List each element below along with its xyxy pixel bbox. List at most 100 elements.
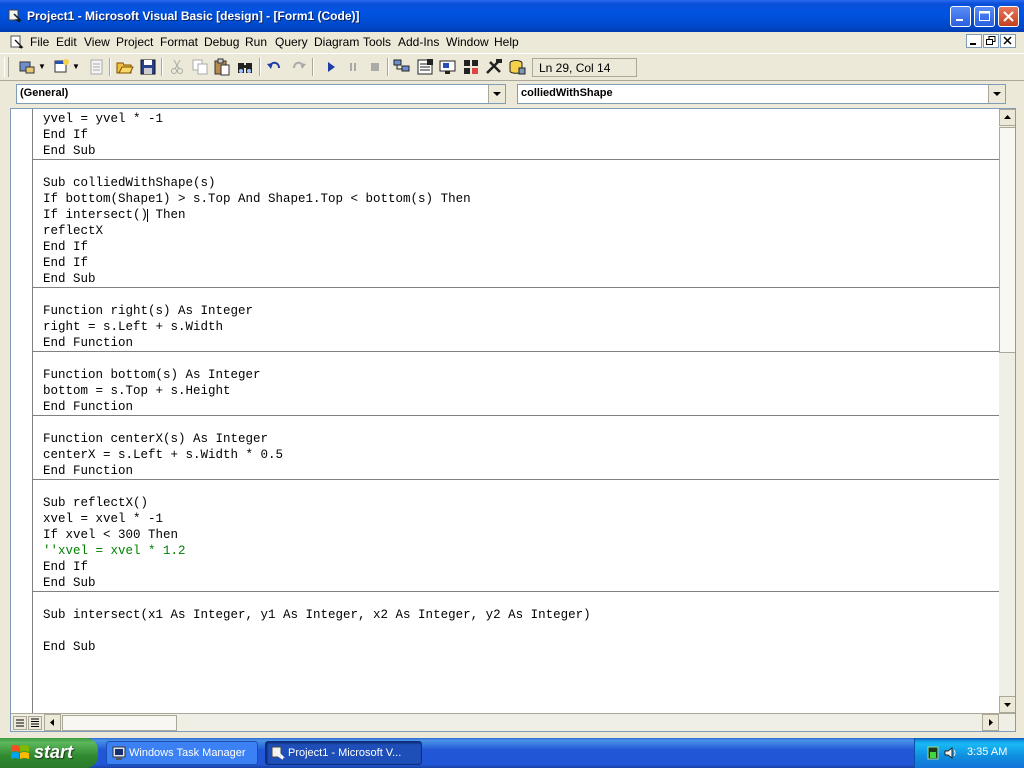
code-line[interactable]: End Function [43,399,133,415]
menu-tools[interactable]: Tools [363,35,391,49]
minimize-icon [970,43,976,45]
code-line[interactable]: If intersect() Then [43,207,186,223]
menu-query[interactable]: Query [275,35,308,49]
code-editor[interactable]: yvel = yvel * -1 End If End Sub Sub coll… [33,109,999,713]
mdi-minimize-button[interactable] [966,34,982,48]
speaker-tray-icon[interactable] [943,745,959,761]
cut-icon[interactable] [168,58,186,76]
stop-icon[interactable] [366,58,384,76]
code-line[interactable]: Sub intersect(x1 As Integer, y1 As Integ… [43,607,591,623]
menu-help[interactable]: Help [494,35,519,49]
menu-window[interactable]: Window [446,35,489,49]
code-line[interactable]: End Function [43,463,133,479]
code-line[interactable]: xvel = xvel * -1 [43,511,163,527]
add-project-icon[interactable] [18,58,36,76]
vertical-scroll-thumb[interactable] [999,127,1015,353]
vb-app-icon[interactable] [8,9,22,23]
start-button[interactable]: start [0,738,98,768]
chevron-down-icon[interactable]: ▼ [38,62,46,71]
project-explorer-icon[interactable] [393,58,411,76]
code-line[interactable]: yvel = yvel * -1 [43,111,163,127]
add-form-icon[interactable] [52,58,70,76]
code-line[interactable]: End Sub [43,143,96,159]
taskbar-item-visual-basic[interactable]: Project1 - Microsoft V... [265,741,422,765]
code-line[interactable]: Function bottom(s) As Integer [43,367,261,383]
menu-file[interactable]: File [30,35,49,49]
taskbar-item-task-manager[interactable]: Windows Task Manager [106,741,258,765]
scroll-right-button[interactable] [982,714,999,731]
task-manager-tray-icon[interactable] [927,746,939,760]
code-line[interactable]: End Sub [43,575,96,591]
horizontal-scrollbar[interactable] [11,713,1015,731]
procedure-view-button[interactable] [13,716,27,730]
cursor-position-indicator: Ln 29, Col 14 [532,58,637,77]
menu-run[interactable]: Run [245,35,267,49]
menu-debug[interactable]: Debug [204,35,239,49]
toolbox-icon[interactable] [485,58,503,76]
save-icon[interactable] [139,58,157,76]
code-line[interactable]: End If [43,559,88,575]
code-line[interactable]: End If [43,255,88,271]
minimize-button[interactable] [950,6,971,27]
find-icon[interactable] [236,58,254,76]
redo-icon[interactable] [289,58,307,76]
menu-diagram[interactable]: Diagram [314,35,359,49]
form-layout-icon[interactable] [439,58,457,76]
title-bar[interactable]: Project1 - Microsoft Visual Basic [desig… [0,0,1024,32]
menu-editor-icon[interactable] [88,58,106,76]
vb-doc-icon[interactable] [10,35,24,49]
code-line[interactable]: Sub colliedWithShape(s) [43,175,216,191]
close-button[interactable] [998,6,1019,27]
toolbar-grip[interactable] [4,57,9,77]
object-browser-icon[interactable] [462,58,480,76]
menu-view[interactable]: View [84,35,110,49]
menu-project[interactable]: Project [116,35,153,49]
code-line[interactable]: If bottom(Shape1) > s.Top And Shape1.Top… [43,191,471,207]
maximize-icon [979,11,990,21]
menu-edit[interactable]: Edit [56,35,77,49]
code-line[interactable]: reflectX [43,223,103,239]
code-line[interactable]: End If [43,127,88,143]
code-line[interactable]: Function right(s) As Integer [43,303,253,319]
data-view-icon[interactable] [508,58,526,76]
menu-format[interactable]: Format [160,35,198,49]
object-dropdown-button[interactable] [488,85,505,103]
code-line[interactable]: End If [43,239,88,255]
scroll-up-button[interactable] [999,109,1015,126]
maximize-button[interactable] [974,6,995,27]
code-line[interactable]: Sub reflectX() [43,495,148,511]
menu-add-ins[interactable]: Add-Ins [398,35,439,49]
code-margin[interactable] [11,109,33,713]
horizontal-scroll-thumb[interactable] [62,715,177,731]
copy-icon[interactable] [191,58,209,76]
full-module-view-icon [31,718,39,727]
code-line[interactable]: If xvel < 300 Then [43,527,178,543]
open-icon[interactable] [116,58,134,76]
procedure-dropdown-button[interactable] [988,85,1005,103]
paste-icon[interactable] [213,58,231,76]
full-module-view-button[interactable] [28,716,42,730]
clock[interactable]: 3:35 AM [967,746,1007,758]
code-line[interactable]: End Function [43,335,133,351]
scroll-left-button[interactable] [44,714,61,731]
scroll-down-button[interactable] [999,696,1015,713]
pause-icon[interactable] [344,58,362,76]
object-dropdown[interactable]: (General) [16,84,506,104]
code-line[interactable]: right = s.Left + s.Width [43,319,223,335]
code-line[interactable]: End Sub [43,271,96,287]
run-icon[interactable] [322,58,340,76]
code-line[interactable]: bottom = s.Top + s.Height [43,383,231,399]
properties-icon[interactable] [416,58,434,76]
toolbar-separator [312,58,314,76]
procedure-dropdown[interactable]: colliedWithShape [517,84,1006,104]
chevron-down-icon[interactable]: ▼ [72,62,80,71]
code-line[interactable]: centerX = s.Left + s.Width * 0.5 [43,447,283,463]
mdi-close-button[interactable] [1000,34,1016,48]
code-comment-line[interactable]: ''xvel = xvel * 1.2 [43,543,186,559]
code-line[interactable]: End Sub [43,639,96,655]
vertical-scrollbar[interactable] [999,109,1015,713]
undo-icon[interactable] [266,58,284,76]
code-line[interactable]: Function centerX(s) As Integer [43,431,268,447]
procedure-view-icon [16,719,24,727]
mdi-restore-button[interactable] [983,34,999,48]
